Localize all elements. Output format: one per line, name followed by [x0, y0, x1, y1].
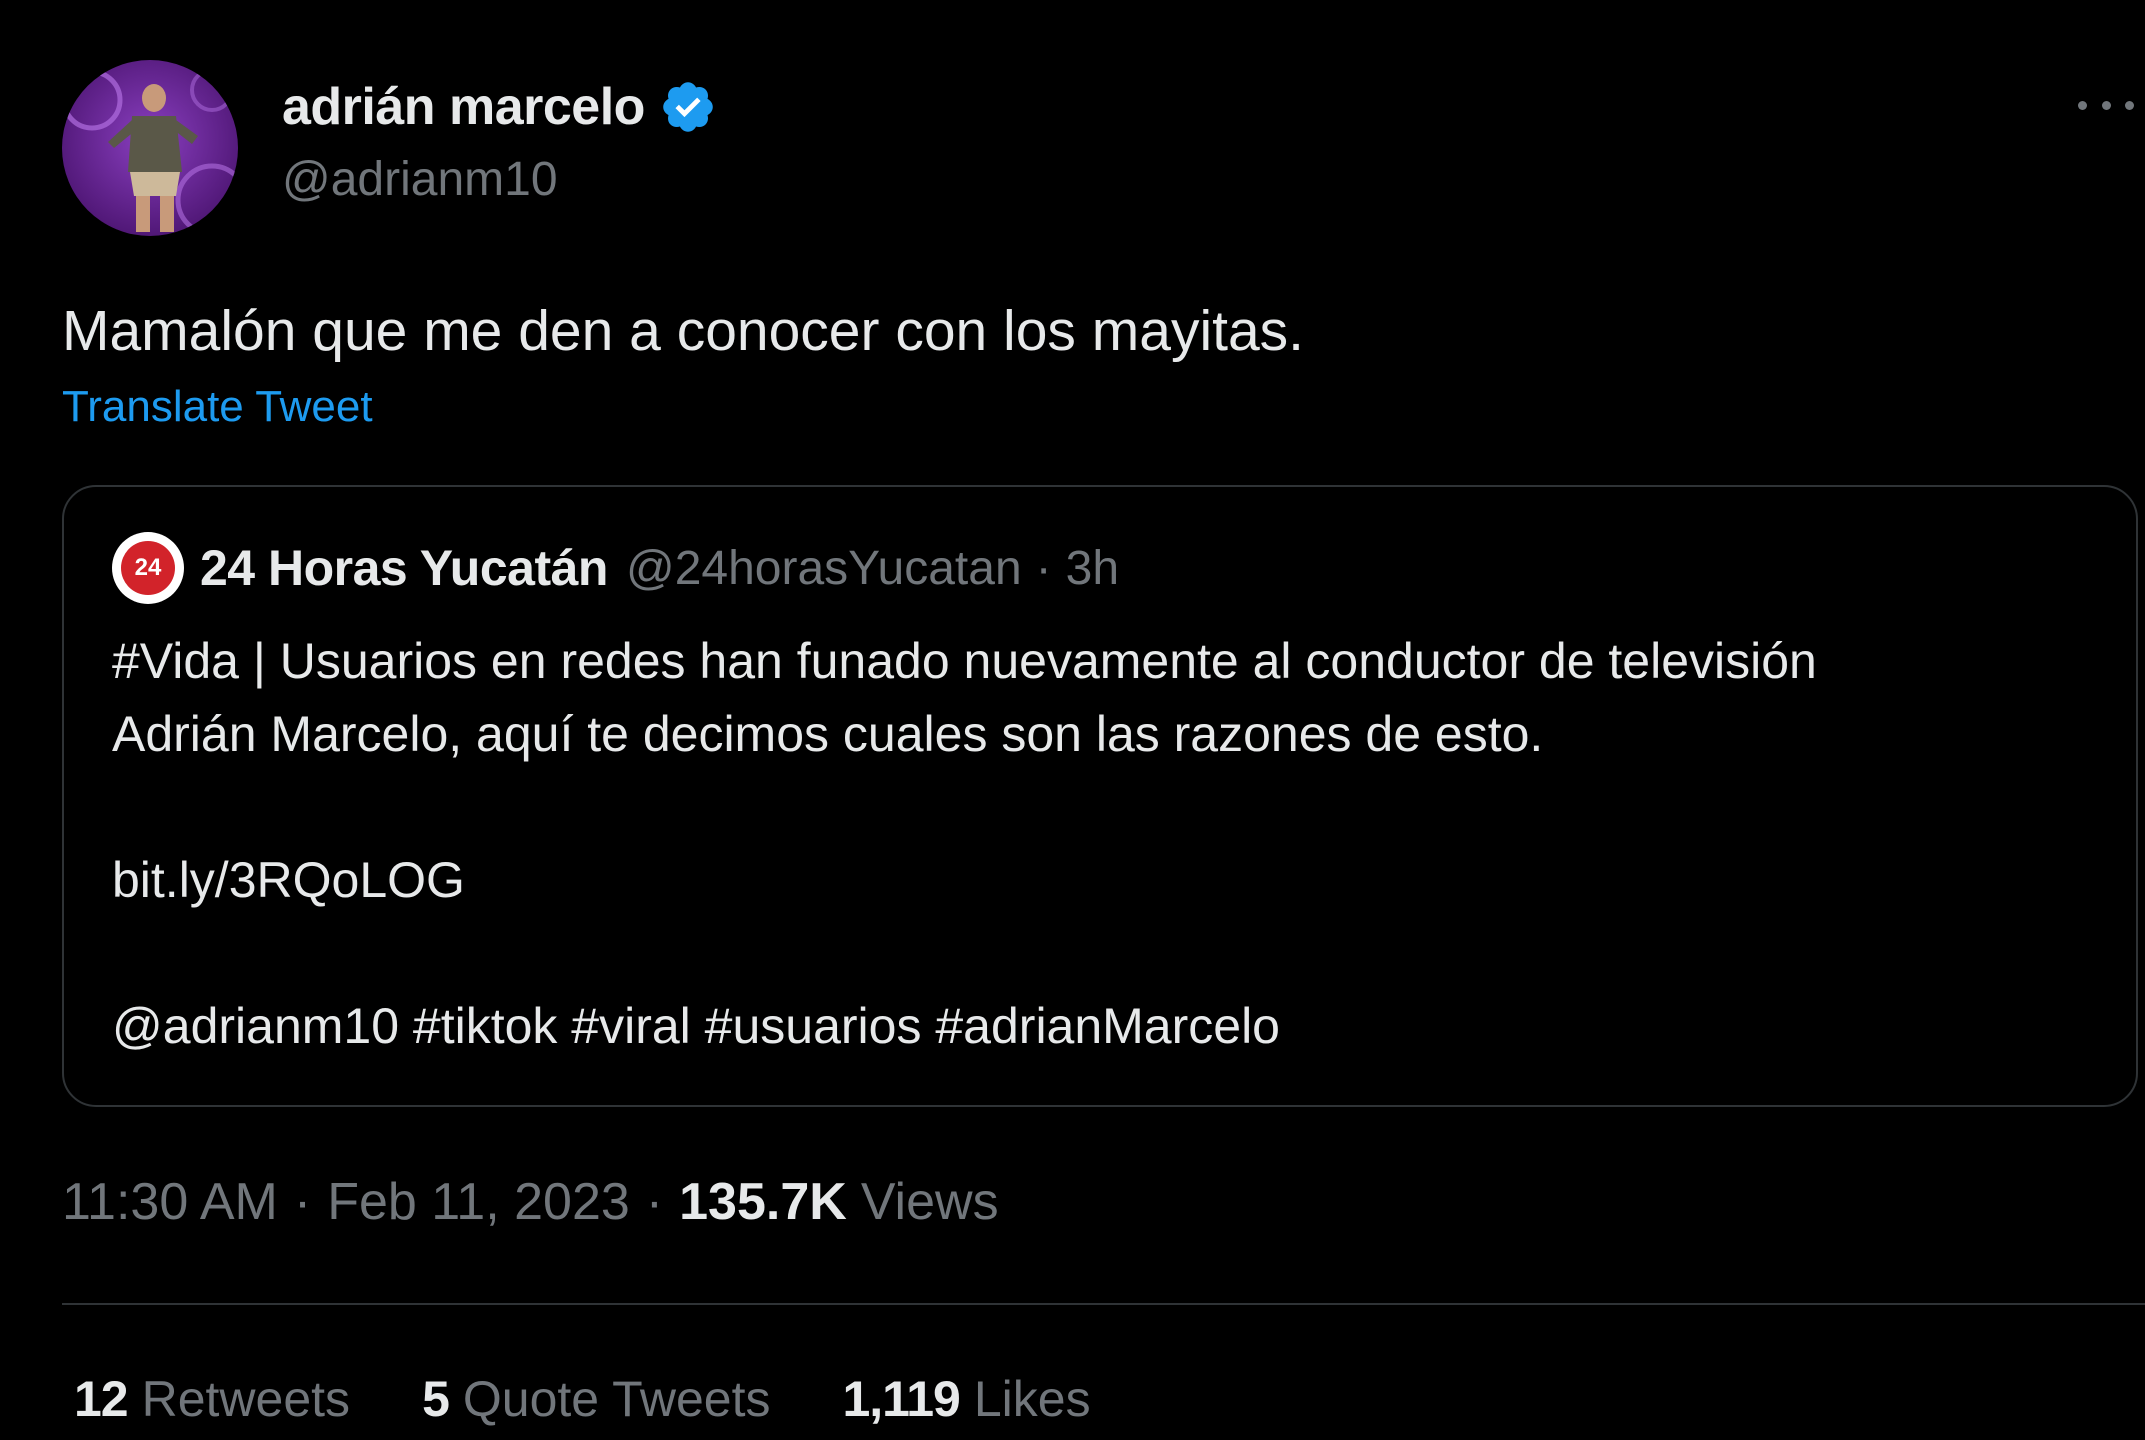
timestamp-separator: · [293, 1173, 312, 1231]
views-label[interactable]: Views [861, 1172, 999, 1232]
likes-count: 1,119 [842, 1371, 960, 1427]
quoted-text-line: Adrián Marcelo, aquí te decimos cuales s… [112, 706, 1544, 762]
tweet-text: Mamalón que me den a conocer con los may… [62, 299, 1304, 363]
likes-label: Likes [973, 1371, 1091, 1427]
quoted-link[interactable]: bit.ly/3RQoLOG [112, 844, 2092, 917]
tweet-detail: adrián marcelo @adrianm10 Mamalón que me… [0, 0, 2145, 1440]
quoted-hashtags[interactable]: @adrianm10 #tiktok #viral #usuarios #adr… [112, 990, 2092, 1063]
views-count[interactable]: 135.7K [679, 1172, 847, 1232]
timestamp-row: 11:30 AM · Feb 11, 2023 · 135.7K Views [62, 1172, 999, 1232]
engagement-stats: 12 Retweets 5 Quote Tweets 1,119 Likes [74, 1370, 1163, 1428]
quoted-author-name[interactable]: 24 Horas Yucatán [200, 539, 608, 597]
quoted-tweet-header: 24 24 Horas Yucatán @24horasYucatan · 3h [112, 532, 1119, 604]
tweet-date[interactable]: Feb 11, 2023 [327, 1172, 630, 1232]
timestamp-separator: · [645, 1173, 664, 1231]
retweets-stat[interactable]: 12 Retweets [74, 1370, 350, 1428]
quoted-author-handle[interactable]: @24horasYucatan [626, 541, 1022, 596]
author-name[interactable]: adrián marcelo [282, 77, 645, 137]
quote-tweets-count: 5 [422, 1371, 450, 1427]
quote-tweets-label: Quote Tweets [462, 1371, 771, 1427]
verified-badge-icon [659, 78, 717, 136]
likes-stat[interactable]: 1,119 Likes [842, 1370, 1090, 1428]
retweets-label: Retweets [141, 1371, 351, 1427]
quoted-time[interactable]: 3h [1066, 541, 1119, 596]
retweets-count: 12 [74, 1371, 129, 1427]
author-name-row[interactable]: adrián marcelo [282, 74, 717, 140]
quoted-separator: · [1035, 541, 1052, 595]
divider [62, 1303, 2145, 1305]
author-avatar[interactable] [62, 60, 238, 236]
author-handle[interactable]: @adrianm10 [282, 152, 558, 207]
quoted-avatar-logo: 24 [121, 541, 175, 595]
tweet-time[interactable]: 11:30 AM [62, 1172, 278, 1232]
quoted-author-avatar[interactable]: 24 [112, 532, 184, 604]
quoted-tweet-body: #Vida | Usuarios en redes han funado nue… [112, 625, 2092, 1063]
more-dot [2125, 100, 2134, 110]
quoted-tweet-card[interactable]: 24 24 Horas Yucatán @24horasYucatan · 3h… [62, 485, 2138, 1107]
translate-tweet-link[interactable]: Translate Tweet [62, 382, 373, 432]
more-dot [2101, 100, 2111, 110]
quote-tweets-stat[interactable]: 5 Quote Tweets [422, 1370, 770, 1428]
more-options-icon[interactable] [2078, 88, 2134, 122]
quoted-text-line: #Vida | Usuarios en redes han funado nue… [112, 633, 1817, 689]
more-dot [2078, 100, 2087, 110]
